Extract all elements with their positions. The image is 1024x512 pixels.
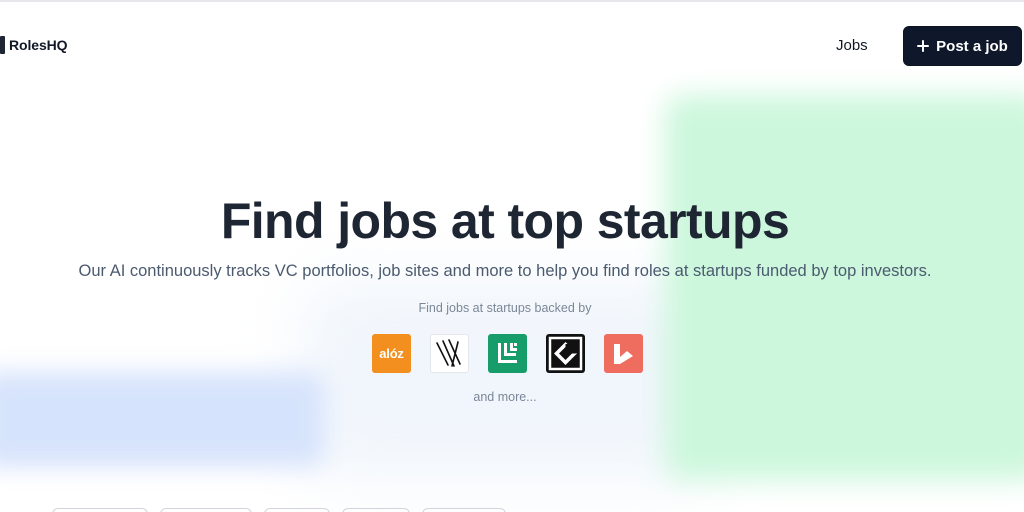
plus-icon [917, 40, 930, 52]
diamond-icon [548, 336, 583, 371]
red-chevron-icon [614, 344, 633, 364]
site-header: RolesHQ Jobs Post a job [0, 0, 1024, 92]
post-job-button[interactable]: Post a job [903, 26, 1022, 66]
black-investor-logo[interactable] [546, 334, 585, 373]
filter-chip[interactable] [342, 508, 410, 512]
a16z-logo-text: alóz [379, 346, 404, 361]
backed-by-label: Find jobs at startups backed by [418, 301, 592, 315]
hero-title: Find jobs at top startups [220, 193, 790, 249]
filter-chip[interactable] [52, 508, 148, 512]
and-more-label: and more... [473, 390, 537, 404]
brand-name: RolesHQ [9, 37, 68, 53]
post-job-label: Post a job [936, 37, 1008, 55]
background-glow-green [665, 95, 1024, 480]
hero-subtitle: Our AI continuously tracks VC portfolios… [78, 262, 932, 280]
filter-chip[interactable] [422, 508, 506, 512]
diagonal-stripes-icon [436, 339, 461, 367]
filter-chip[interactable] [160, 508, 252, 512]
red-investor-logo[interactable] [604, 334, 643, 373]
investor-logos: alóz [372, 334, 643, 373]
brand-logo-link[interactable]: RolesHQ [0, 36, 68, 54]
green-investor-logo[interactable] [488, 334, 527, 373]
background-glow-blue [0, 372, 325, 467]
filter-chips-row [52, 508, 506, 512]
a16z-logo[interactable]: alóz [372, 334, 411, 373]
green-leaf-icon [498, 343, 517, 363]
filter-chip[interactable] [264, 508, 330, 512]
brand-mark-icon [0, 36, 5, 54]
nav-jobs-link[interactable]: Jobs [836, 37, 868, 54]
striped-investor-logo[interactable] [430, 334, 469, 373]
